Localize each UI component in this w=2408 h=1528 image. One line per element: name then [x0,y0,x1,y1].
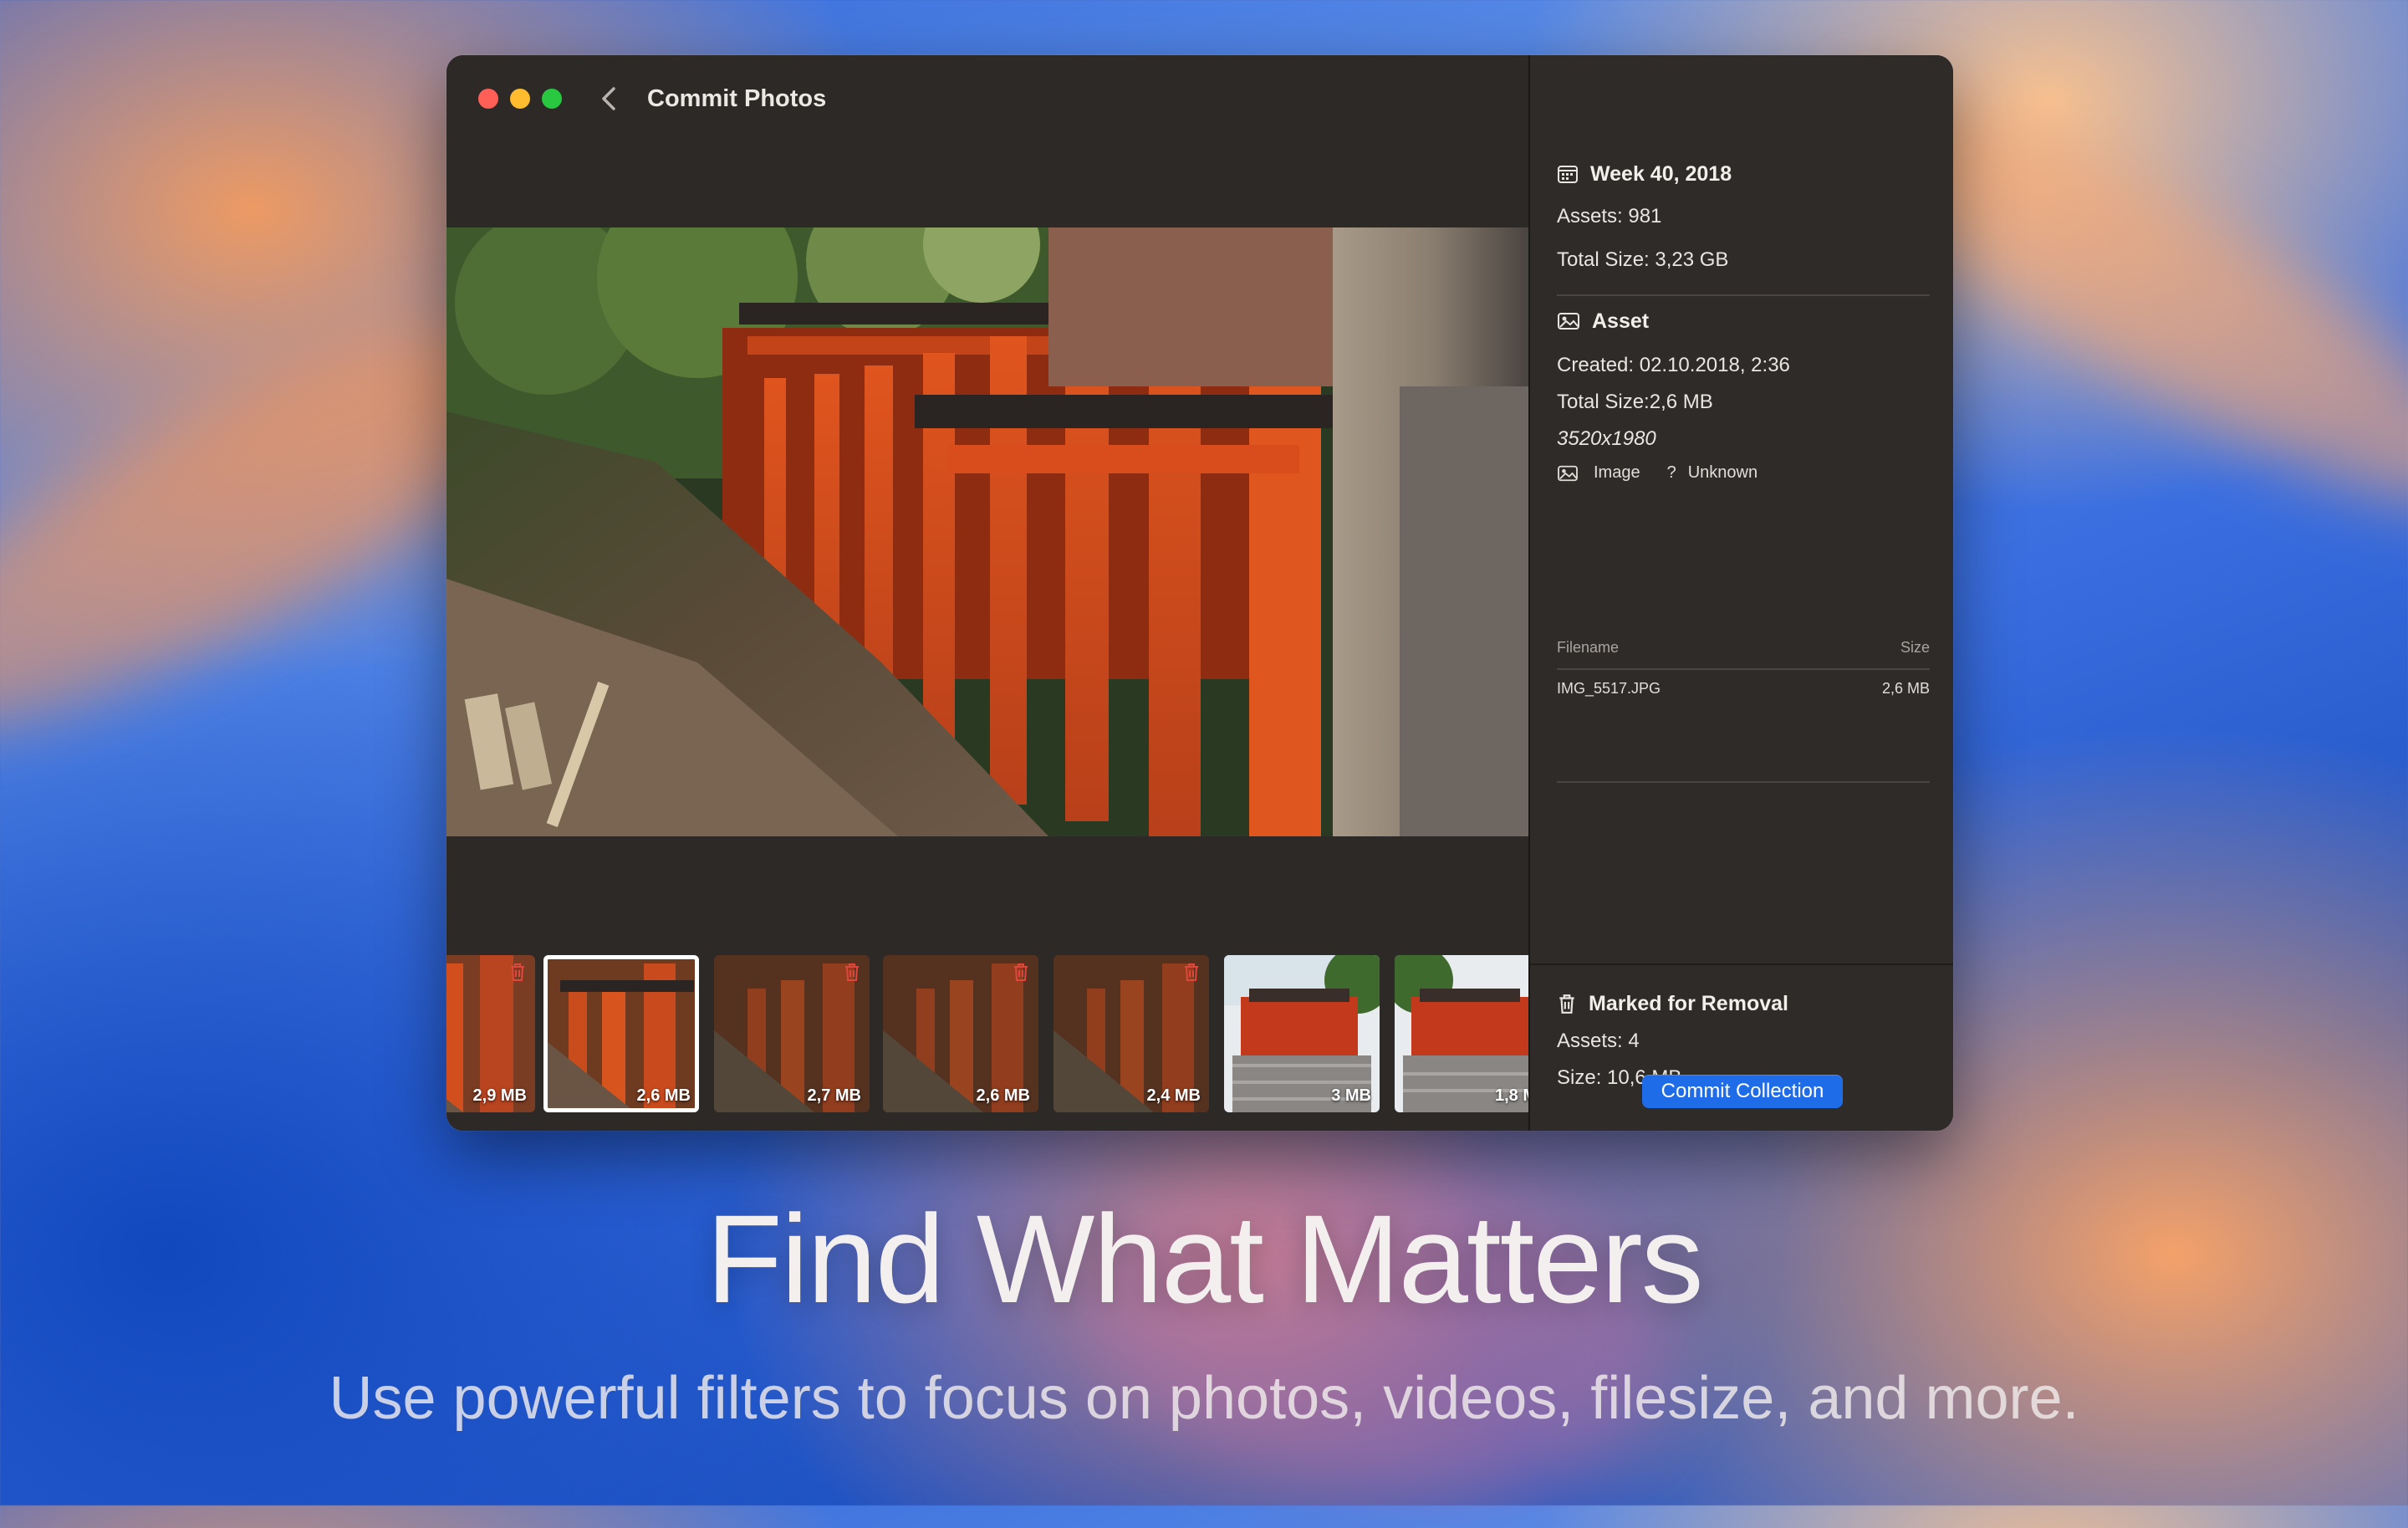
marketing-headline: Find What Matters [706,1188,1703,1329]
removal-title: Marked for Removal [1589,991,1788,1015]
asset-dimensions: 3520x1980 [1557,427,1656,450]
divider [1557,668,1930,670]
trash-icon [1559,994,1574,1014]
question-icon: ? [1666,463,1676,482]
week-section: Week 40, 2018 Assets: 981 Total Size: 3,… [1557,159,1930,274]
thumbnail-size: 3 MB [1331,1086,1371,1105]
thumbnail-3[interactable]: 2,7 MB [714,955,870,1112]
app-window: Commit Photos 2,9 MB 2,6 MB 2,7 MB 2,6 M… [446,55,1953,1131]
divider [1557,294,1930,296]
file-size: 2,6 MB [1881,680,1930,697]
minimize-window-button[interactable] [510,89,530,109]
thumbnail-strip[interactable]: 2,9 MB 2,6 MB 2,7 MB 2,6 MB 2,4 MB 3 MB … [446,955,1528,1116]
table-row[interactable]: IMG_5517.JPG 2,6 MB [1557,680,1930,698]
trash-icon[interactable] [508,962,527,986]
trash-icon[interactable] [1182,962,1201,986]
asset-status: Unknown [1687,463,1758,482]
thumbnail-4[interactable]: 2,6 MB [883,955,1038,1112]
trash-icon[interactable] [843,962,861,986]
main-pane: Commit Photos 2,9 MB 2,6 MB 2,7 MB 2,6 M… [446,55,1528,1131]
column-size[interactable]: Size [1900,639,1930,657]
marketing-subline: Use powerful filters to focus on photos,… [329,1365,2079,1432]
asset-title: Asset [1592,309,1650,333]
thumbnail-size: 2,7 MB [807,1086,861,1105]
week-assets: Assets: 981 [1557,205,1662,227]
asset-kind: Image [1594,463,1640,482]
torii-photo [446,227,1528,836]
thumbnail-2[interactable]: 2,6 MB [543,955,699,1112]
commit-collection-button[interactable]: Commit Collection [1642,1075,1843,1108]
removal-assets: Assets: 4 [1557,1030,1640,1052]
titlebar: Commit Photos [446,55,1528,139]
asset-section: Asset Created: 02.10.2018, 2:36 Total Si… [1557,306,1930,483]
divider [1557,781,1930,783]
photo-icon [1558,313,1579,330]
trash-icon[interactable] [1012,962,1030,986]
asset-total-size: Total Size:2,6 MB [1557,391,1713,413]
thumbnail-size: 2,6 MB [976,1086,1030,1105]
photo-preview [446,227,1528,836]
divider [1530,963,1953,965]
thumbnail-size: 1,8 MB [1495,1086,1528,1105]
files-table: Filename Size IMG_5517.JPG 2,6 MB [1557,639,1930,698]
thumbnail-size: 2,6 MB [636,1086,691,1105]
chevron-left-icon [602,87,615,110]
thumbnail-1[interactable]: 2,9 MB [446,955,535,1112]
back-button[interactable] [595,82,624,115]
thumbnail-5[interactable]: 2,4 MB [1054,955,1209,1112]
file-name: IMG_5517.JPG [1557,680,1661,697]
asset-tags: Image ? Unknown [1557,463,1930,483]
thumbnail-6[interactable]: 3 MB [1224,955,1380,1112]
column-filename[interactable]: Filename [1557,639,1619,657]
week-title: Week 40, 2018 [1590,161,1732,186]
week-total-size: Total Size: 3,23 GB [1557,248,1729,271]
asset-header: Asset [1557,306,1930,336]
removal-header: Marked for Removal [1557,989,1930,1019]
thumbnail-size: 2,4 MB [1146,1086,1201,1105]
close-window-button[interactable] [478,89,498,109]
calendar-icon [1558,166,1578,183]
inspector-sidebar: Week 40, 2018 Assets: 981 Total Size: 3,… [1528,55,1953,1131]
zoom-window-button[interactable] [542,89,562,109]
files-table-header: Filename Size [1557,639,1930,657]
asset-created: Created: 02.10.2018, 2:36 [1557,354,1790,376]
window-title: Commit Photos [647,85,827,112]
thumbnail-7[interactable]: 1,8 MB [1395,955,1528,1112]
photo-icon [1558,465,1578,481]
week-header: Week 40, 2018 [1557,159,1930,189]
thumbnail-size: 2,9 MB [472,1086,527,1105]
